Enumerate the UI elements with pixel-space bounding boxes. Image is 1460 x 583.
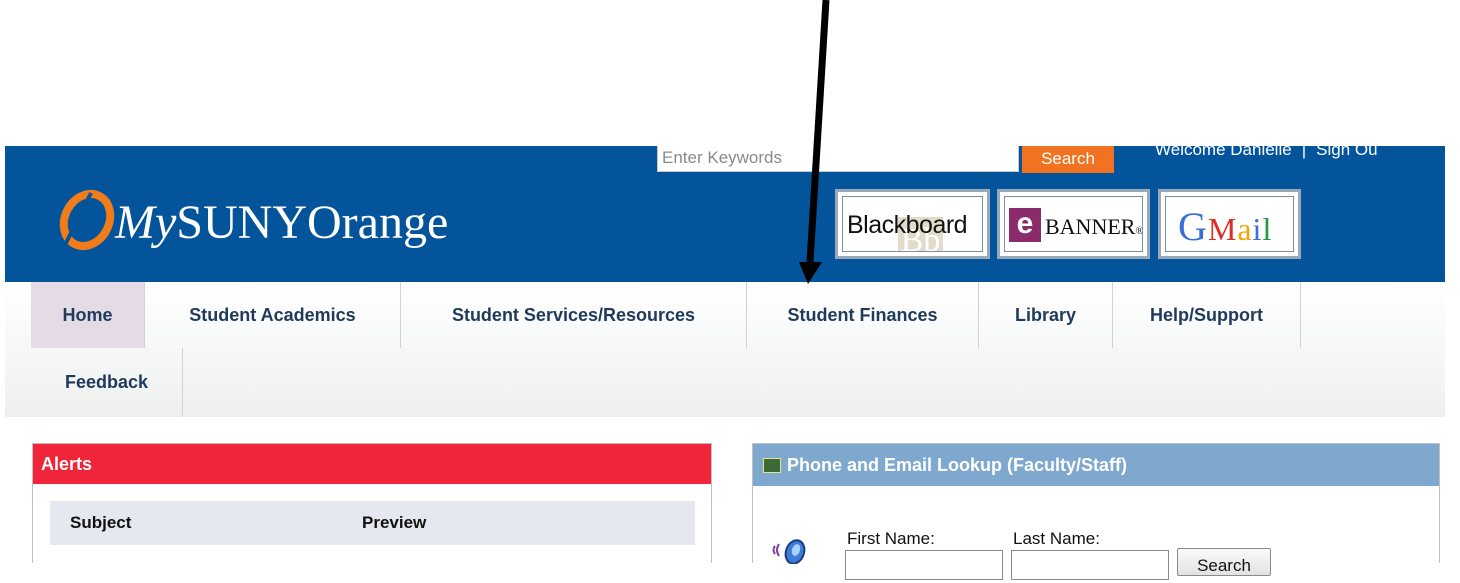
nav-student-services[interactable]: Student Services/Resources [401, 282, 747, 348]
blackboard-link[interactable]: Bb Blackboard [835, 189, 990, 259]
separator: | [1301, 140, 1307, 159]
gmail-link[interactable]: GMail [1158, 189, 1301, 259]
last-name-label: Last Name: [1013, 529, 1100, 548]
nav-home[interactable]: Home [31, 282, 145, 348]
alerts-panel: Alerts Subject Preview [32, 443, 712, 563]
welcome-bar: Welcome Danielle | Sign Ou [1155, 140, 1378, 160]
nav-library[interactable]: Library [979, 282, 1113, 348]
gmail-label: GMail [1178, 204, 1273, 249]
directory-icon [763, 458, 781, 473]
banner-link[interactable]: e BANNER® [997, 189, 1150, 259]
nav-feedback[interactable]: Feedback [31, 348, 183, 417]
welcome-text: Welcome Danielle [1155, 140, 1292, 159]
nav-student-finances[interactable]: Student Finances [747, 282, 979, 348]
banner-e-icon: e [1009, 208, 1041, 242]
column-subject: Subject [70, 513, 132, 532]
last-name-input[interactable] [1011, 550, 1169, 580]
header-banner: MySUNYOrange Enter Keywords Search Welco… [5, 140, 1445, 282]
first-name-label: First Name: [847, 529, 935, 548]
nav-student-academics[interactable]: Student Academics [145, 282, 401, 348]
main-nav: Home Student Academics Student Services/… [5, 282, 1445, 417]
phone-icon [772, 539, 806, 564]
alerts-title: Alerts [33, 444, 711, 484]
lookup-title: Phone and Email Lookup (Faculty/Staff) [787, 455, 1128, 475]
orange-swoosh-icon [59, 190, 115, 250]
lookup-search-button[interactable]: Search [1177, 548, 1271, 576]
first-name-input[interactable] [845, 550, 1003, 580]
column-preview: Preview [362, 513, 427, 532]
nav-help-support[interactable]: Help/Support [1113, 282, 1301, 348]
logo-text: MySUNYOrange [115, 196, 449, 249]
lookup-panel: Phone and Email Lookup (Faculty/Staff) F… [752, 443, 1440, 580]
blackboard-label: Blackboard [847, 211, 968, 239]
lookup-header: Phone and Email Lookup (Faculty/Staff) [753, 444, 1439, 486]
alerts-table-header: Subject Preview [50, 501, 695, 545]
sign-out-link[interactable]: Sign Ou [1316, 140, 1377, 159]
banner-label: BANNER® [1045, 214, 1143, 239]
search-button[interactable]: Search [1022, 146, 1114, 173]
keyword-search-input[interactable]: Enter Keywords [657, 146, 1019, 172]
